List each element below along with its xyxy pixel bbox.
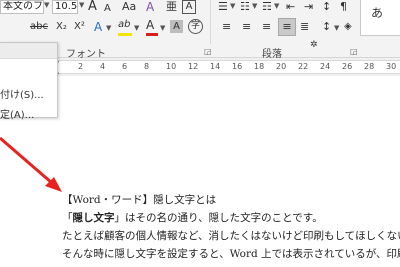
annotation-arrow <box>0 136 62 192</box>
arrow-shaft <box>0 136 53 185</box>
